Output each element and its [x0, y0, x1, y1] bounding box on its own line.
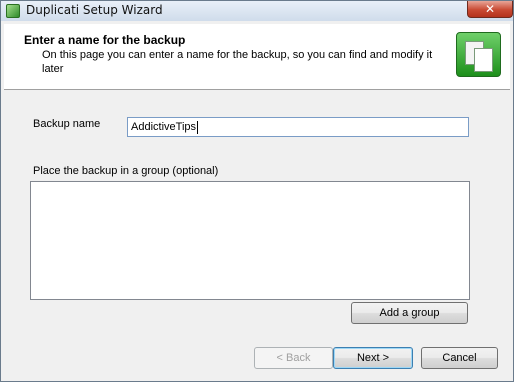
group-label: Place the backup in a group (optional) [33, 165, 219, 177]
text-caret [197, 120, 199, 134]
backup-name-input[interactable]: AddictiveTips [127, 117, 469, 137]
title-bar[interactable]: Duplicati Setup Wizard ✕ [1, 1, 513, 21]
close-icon: ✕ [484, 2, 496, 16]
cancel-button[interactable]: Cancel [421, 347, 498, 369]
group-tree[interactable] [30, 181, 470, 300]
wizard-window: Duplicati Setup Wizard ✕ Enter a name fo… [0, 0, 514, 382]
backup-documents-icon [456, 32, 501, 77]
add-group-button[interactable]: Add a group [351, 302, 468, 324]
back-button[interactable]: < Back [254, 347, 333, 369]
wizard-header: Enter a name for the backup On this page… [4, 24, 510, 90]
window-title: Duplicati Setup Wizard [26, 3, 163, 17]
page-title: Enter a name for the backup [24, 33, 186, 47]
page-description: On this page you can enter a name for th… [42, 49, 433, 75]
next-button[interactable]: Next > [333, 347, 413, 369]
close-button[interactable]: ✕ [467, 1, 513, 18]
backup-name-value: AddictiveTips [131, 121, 197, 133]
document-front-icon [474, 48, 493, 72]
duplicati-app-icon [6, 4, 20, 18]
backup-name-label: Backup name [33, 118, 101, 130]
